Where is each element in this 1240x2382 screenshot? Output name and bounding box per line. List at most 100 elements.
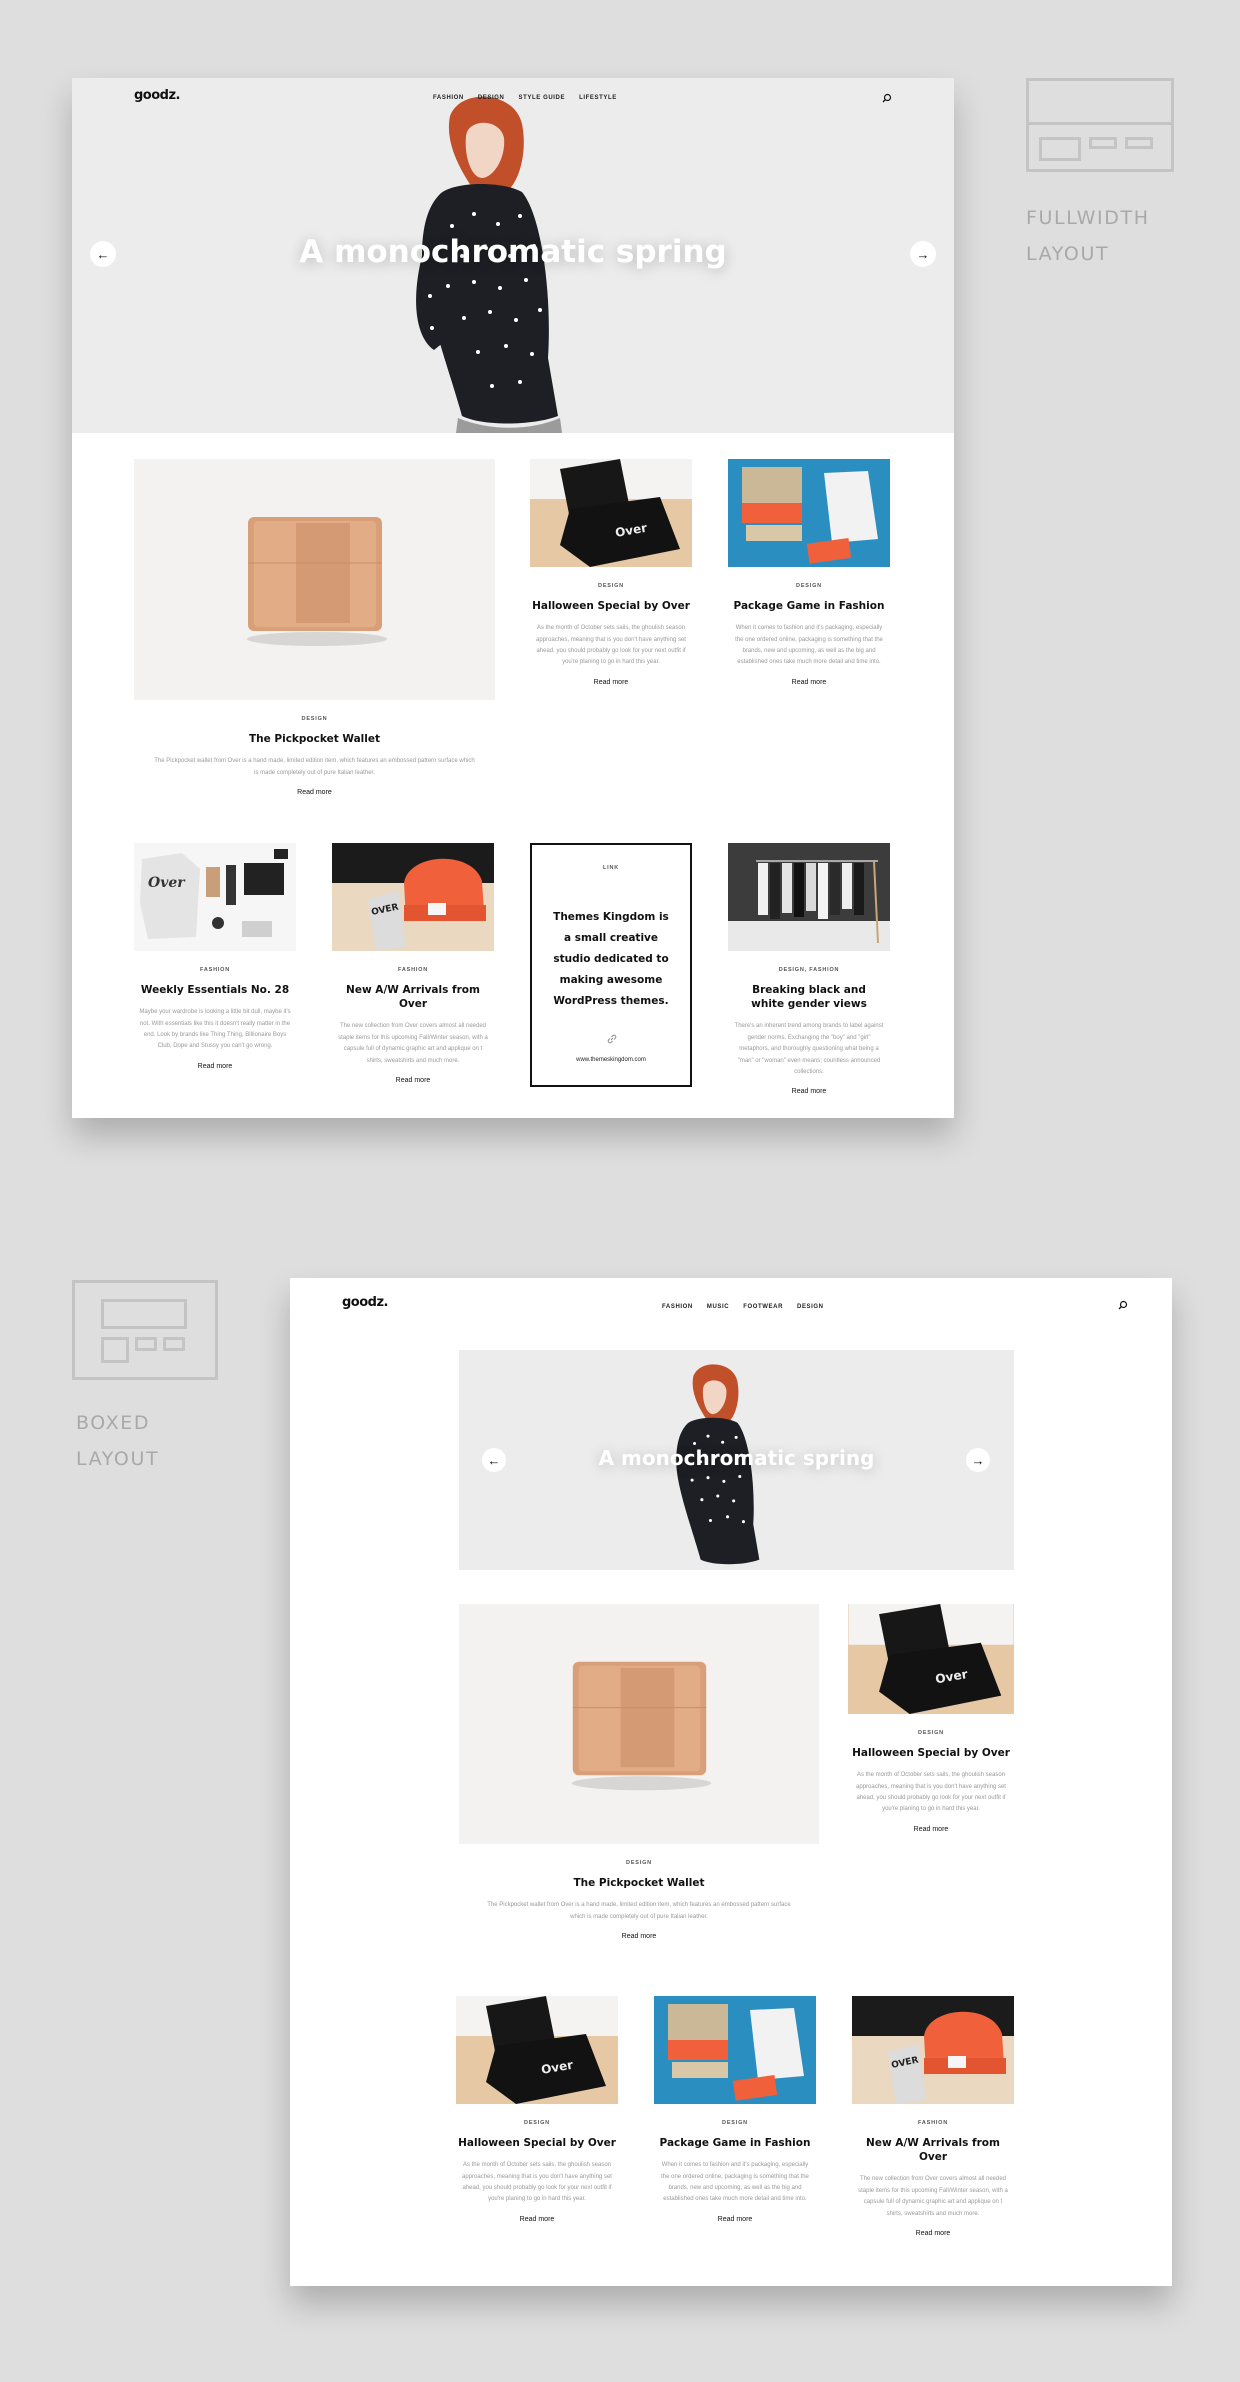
svg-text:Over: Over <box>148 875 186 891</box>
post-title[interactable]: The Pickpocket Wallet <box>459 1876 819 1890</box>
nav-item-style-guide[interactable]: STYLE GUIDE <box>518 95 565 101</box>
post-excerpt: As the month of October sets sails, the … <box>462 2162 612 2203</box>
post-excerpt: The Pickpocket wallet from Over is a han… <box>154 758 475 776</box>
post-category[interactable]: DESIGN <box>848 1730 1014 1736</box>
post-card: DESIGN Package Game in Fashion When it c… <box>654 1996 816 2226</box>
clothes-rack-image[interactable] <box>728 843 890 951</box>
read-more-link[interactable]: Read more <box>792 679 827 686</box>
nav-item-footwear[interactable]: FOOTWEAR <box>743 1304 783 1310</box>
fullwidth-layout-icon <box>1026 78 1174 172</box>
search-icon[interactable] <box>882 93 892 103</box>
nav-item-music[interactable]: MUSIC <box>707 1304 729 1310</box>
post-category[interactable]: DESIGN <box>459 1860 819 1866</box>
halloween-image[interactable]: Over <box>848 1604 1014 1714</box>
post-category[interactable]: DESIGN <box>654 2120 816 2126</box>
post-excerpt: As the month of October sets sails, the … <box>536 625 686 666</box>
fullwidth-layout-preview: goodz. FASHION DESIGN STYLE GUIDE LIFEST… <box>72 78 954 1118</box>
post-excerpt: Maybe your wardrobe is looking a little … <box>139 1009 291 1050</box>
post-category[interactable]: FASHION <box>332 967 494 973</box>
beanie-image[interactable]: OVER <box>332 843 494 951</box>
wallet-image[interactable] <box>459 1604 819 1844</box>
hero-prev-arrow-icon[interactable]: ← <box>90 241 116 267</box>
post-title[interactable]: Package Game in Fashion <box>728 599 890 613</box>
package-image[interactable] <box>654 1996 816 2104</box>
post-category[interactable]: FASHION <box>852 2120 1014 2126</box>
post-excerpt: There's an inherent trend among brands t… <box>734 1023 884 1075</box>
post-card: OVER FASHION New A/W Arrivals from Over … <box>852 1996 1014 2240</box>
post-card: Over DESIGN Halloween Special by Over As… <box>456 1996 618 2226</box>
post-title[interactable]: Halloween Special by Over <box>530 599 692 613</box>
post-excerpt: The new collection from Over covers almo… <box>338 1023 488 1064</box>
post-card: Over DESIGN Halloween Special by Over As… <box>530 459 692 689</box>
post-card: OVER FASHION New A/W Arrivals from Over … <box>332 843 494 1087</box>
read-more-link[interactable]: Read more <box>297 789 332 796</box>
post-card: DESIGN Package Game in Fashion When it c… <box>728 459 890 689</box>
hero-next-arrow-icon[interactable]: → <box>910 241 936 267</box>
hero-slider[interactable]: A monochromatic spring ← → <box>72 78 954 433</box>
wallet-image[interactable] <box>134 459 495 700</box>
post-category[interactable]: DESIGN <box>456 2120 618 2126</box>
hero-title[interactable]: A monochromatic spring <box>72 234 954 270</box>
post-category[interactable]: DESIGN <box>134 716 495 722</box>
read-more-link[interactable]: Read more <box>396 1077 431 1084</box>
link-text[interactable]: Themes Kingdom is a small creative studi… <box>550 907 672 1012</box>
nav-item-lifestyle[interactable]: LIFESTYLE <box>579 95 617 101</box>
site-logo[interactable]: goodz. <box>134 88 180 103</box>
halloween-image[interactable]: Over <box>530 459 692 567</box>
post-title[interactable]: New A/W Arrivals from Over <box>852 2136 1014 2164</box>
hero-title[interactable]: A monochromatic spring <box>459 1446 1014 1470</box>
fullwidth-layout-label: FULLWIDTH LAYOUT <box>1026 207 1150 265</box>
read-more-link[interactable]: Read more <box>916 2230 951 2237</box>
read-more-link[interactable]: Read more <box>198 1063 233 1070</box>
post-excerpt: The new collection from Over covers almo… <box>858 2176 1008 2217</box>
boxed-layout-icon <box>72 1280 218 1380</box>
package-image[interactable] <box>728 459 890 567</box>
link-url[interactable]: www.themeskingdom.com <box>532 1057 690 1063</box>
featured-post-card: DESIGN The Pickpocket Wallet The Pickpoc… <box>459 1604 819 1943</box>
post-excerpt: As the month of October sets sails, the … <box>856 1772 1006 1813</box>
post-title[interactable]: Halloween Special by Over <box>456 2136 618 2150</box>
link-category: LINK <box>602 865 620 871</box>
read-more-link[interactable]: Read more <box>594 679 629 686</box>
post-category[interactable]: DESIGN, FASHION <box>728 967 890 973</box>
post-excerpt: The Pickpocket wallet from Over is a han… <box>487 1902 791 1920</box>
post-category[interactable]: FASHION <box>134 967 296 973</box>
read-more-link[interactable]: Read more <box>914 1826 949 1833</box>
post-excerpt: When it comes to fashion and it's packag… <box>661 2162 809 2203</box>
read-more-link[interactable]: Read more <box>792 1088 827 1095</box>
halloween-image[interactable]: Over <box>456 1996 618 2104</box>
site-logo[interactable]: goodz. <box>342 1295 388 1310</box>
post-category[interactable]: DESIGN <box>530 583 692 589</box>
post-card: Over DESIGN Halloween Special by Over As… <box>848 1604 1014 1836</box>
read-more-link[interactable]: Read more <box>622 1933 657 1940</box>
featured-post-card: DESIGN The Pickpocket Wallet The Pickpoc… <box>134 459 495 799</box>
nav-item-design[interactable]: DESIGN <box>478 95 505 101</box>
hero-next-arrow-icon[interactable]: → <box>966 1448 990 1472</box>
read-more-link[interactable]: Read more <box>718 2216 753 2223</box>
boxed-layout-preview: goodz. FASHION MUSIC FOOTWEAR DESIGN A m… <box>290 1278 1172 2286</box>
post-card: DESIGN, FASHION Breaking black and white… <box>728 843 890 1098</box>
post-title[interactable]: Halloween Special by Over <box>848 1746 1014 1760</box>
nav-item-fashion[interactable]: FASHION <box>662 1304 693 1310</box>
post-excerpt: When it comes to fashion and it's packag… <box>735 625 883 666</box>
post-category[interactable]: DESIGN <box>728 583 890 589</box>
post-title[interactable]: Weekly Essentials No. 28 <box>134 983 296 997</box>
hero-slider[interactable]: A monochromatic spring ← → <box>459 1350 1014 1570</box>
essentials-image[interactable]: Over <box>134 843 296 951</box>
link-post-card[interactable]: LINK Themes Kingdom is a small creative … <box>530 843 692 1087</box>
post-title[interactable]: Breaking black and white gender views <box>728 983 890 1011</box>
search-icon[interactable] <box>1118 1300 1128 1310</box>
read-more-link[interactable]: Read more <box>520 2216 555 2223</box>
nav-item-fashion[interactable]: FASHION <box>433 95 464 101</box>
post-card: Over FASHION Weekly Essentials No. 28 Ma… <box>134 843 296 1073</box>
hero-prev-arrow-icon[interactable]: ← <box>482 1448 506 1472</box>
post-title[interactable]: New A/W Arrivals from Over <box>332 983 494 1011</box>
main-nav: FASHION MUSIC FOOTWEAR DESIGN <box>662 1304 824 1310</box>
nav-item-design[interactable]: DESIGN <box>797 1304 824 1310</box>
boxed-layout-label: BOXED LAYOUT <box>76 1412 160 1470</box>
beanie-image[interactable]: OVER <box>852 1996 1014 2104</box>
link-icon <box>607 1034 617 1044</box>
post-title[interactable]: Package Game in Fashion <box>654 2136 816 2150</box>
post-title[interactable]: The Pickpocket Wallet <box>134 732 495 746</box>
site-header: goodz. FASHION MUSIC FOOTWEAR DESIGN <box>290 1278 1172 1318</box>
